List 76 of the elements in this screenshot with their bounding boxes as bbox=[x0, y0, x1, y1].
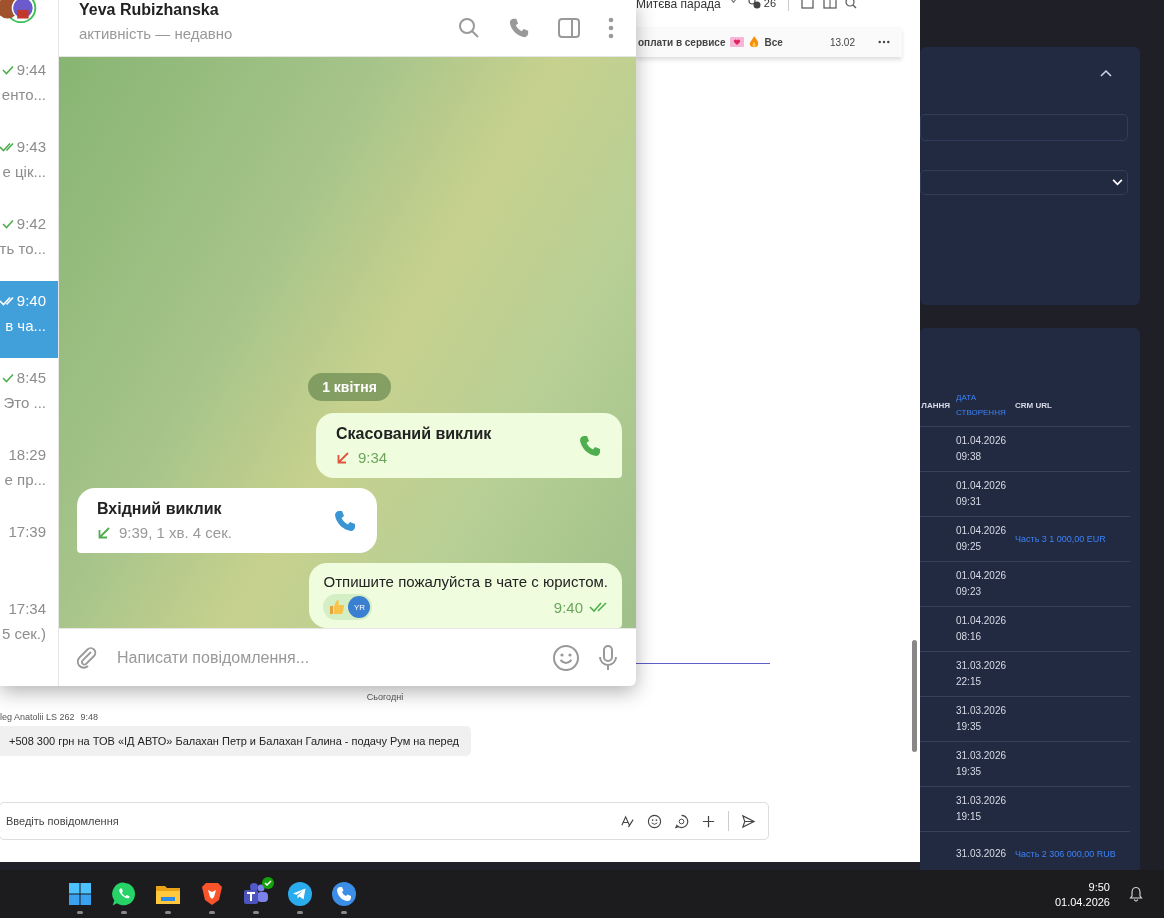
table-cell-text: 01.04.2026 09:31 bbox=[956, 479, 1008, 509]
emoji-icon[interactable] bbox=[647, 813, 662, 829]
search-icon[interactable] bbox=[845, 0, 857, 9]
message-time: 9:40 bbox=[553, 598, 583, 616]
reaction-avatar: YR bbox=[348, 596, 371, 618]
message-input[interactable]: Написати повідомлення... bbox=[117, 648, 534, 667]
chat-bubble-icon[interactable] bbox=[111, 881, 137, 907]
folder-icon[interactable] bbox=[155, 883, 181, 905]
windows-icon[interactable] bbox=[68, 882, 92, 906]
clock-date[interactable]: 01.04.2026 bbox=[1054, 895, 1110, 908]
message-input[interactable]: Введіть повідомлення bbox=[6, 815, 608, 827]
chat-list-item[interactable]: 9:44 енто... bbox=[0, 50, 58, 127]
chat-list-item[interactable]: 17:34 5 сек.) bbox=[0, 589, 58, 666]
phone-icon[interactable] bbox=[332, 882, 356, 906]
call-title: Вхідний виклик bbox=[97, 500, 223, 518]
chat-list-item[interactable]: 18:29 е пр... bbox=[0, 435, 58, 512]
send-icon[interactable] bbox=[741, 813, 756, 829]
notification-bell-icon[interactable] bbox=[1128, 886, 1144, 902]
table-cell-text: 01.04.2026 09:25 bbox=[956, 524, 1008, 554]
pinned-tag: Все bbox=[764, 36, 783, 48]
day-divider: Сьогодні bbox=[365, 692, 405, 702]
plus-icon[interactable] bbox=[701, 813, 716, 829]
chat-list-item[interactable]: 17:39 bbox=[0, 512, 58, 589]
select-field[interactable] bbox=[920, 170, 1128, 195]
reaction-chip[interactable]: YR bbox=[323, 594, 373, 620]
crm-link[interactable]: Часть 2 306 000,00 RUB bbox=[1015, 846, 1130, 862]
flame-icon bbox=[749, 35, 760, 49]
chat-list-item[interactable]: 9:42 ть то... bbox=[0, 204, 58, 281]
table-cell-text: 31.03.2026 19:35 bbox=[956, 749, 1008, 779]
scrollbar[interactable] bbox=[912, 640, 917, 752]
table-cell-text: 31.03.2026 19:15 bbox=[956, 794, 1008, 824]
chat-list-item[interactable]: 9:40 в ча... bbox=[0, 281, 58, 358]
message-bubble: +508 300 грн на ТОВ «ІД АВТО» Балахан Петр и Балахан Галина - подачу Рум на перед bbox=[0, 726, 472, 756]
column-header[interactable]: ДАТА СТВОРЕННЯ bbox=[956, 390, 1015, 420]
layout-icon[interactable] bbox=[823, 0, 837, 9]
chat-title: Митєва парада bbox=[636, 0, 721, 11]
contact-status: активність — недавно bbox=[79, 24, 234, 42]
pinned-date: 13.02 bbox=[829, 36, 855, 48]
chevron-down-icon bbox=[1112, 179, 1123, 186]
sidebar-toggle-icon[interactable] bbox=[558, 17, 580, 39]
clock-time[interactable]: 9:50 bbox=[1088, 880, 1110, 893]
member-count: 26 bbox=[763, 0, 776, 9]
column-header[interactable]: ЛАННЯ bbox=[920, 400, 956, 410]
team-app-icon[interactable] bbox=[243, 882, 269, 906]
crm-link[interactable]: Часть 3 1 000,00 EUR bbox=[1015, 531, 1130, 547]
pinned-text: оплати в сервисе bbox=[638, 36, 726, 48]
sticker-icon[interactable] bbox=[674, 813, 689, 829]
paper-plane-icon[interactable] bbox=[288, 882, 312, 906]
chevron-up-icon[interactable] bbox=[1100, 69, 1112, 77]
people-icon[interactable] bbox=[745, 0, 762, 9]
date-chip: 1 квітня bbox=[308, 373, 391, 401]
edit-icon[interactable] bbox=[801, 0, 815, 9]
table-cell-text: 01.04.2026 08:16 bbox=[956, 614, 1008, 644]
more-icon[interactable] bbox=[878, 40, 890, 44]
table-cell-text: 01.04.2026 09:38 bbox=[956, 434, 1008, 464]
chat-list-item[interactable]: 9:43 е цік... bbox=[0, 127, 58, 204]
table-cell-text: 01.04.2026 09:23 bbox=[956, 569, 1008, 599]
microphone-icon[interactable] bbox=[598, 643, 618, 672]
sender-name: leg Anatolii LS 262 bbox=[0, 712, 75, 722]
attach-icon[interactable] bbox=[75, 645, 99, 670]
call-time: 9:34 bbox=[358, 449, 388, 466]
call-time: 9:39, 1 хв. 4 сек. bbox=[119, 524, 232, 541]
chat-list-item[interactable]: 8:45 Это ... bbox=[0, 358, 58, 435]
lion-shield-icon[interactable] bbox=[201, 882, 223, 906]
call-title: Скасований виклик bbox=[336, 425, 493, 443]
table-cell-text: 31.03.2026 bbox=[956, 847, 1008, 861]
input-field[interactable] bbox=[920, 114, 1128, 141]
pinned-bar[interactable]: оплати в сервисе Все 13.02 bbox=[636, 27, 902, 57]
message-time: 9:48 bbox=[80, 712, 99, 722]
table-cell-text: 31.03.2026 19:35 bbox=[956, 704, 1008, 734]
format-icon[interactable] bbox=[620, 813, 635, 829]
table-cell-text: 31.03.2026 22:15 bbox=[956, 659, 1008, 689]
contact-name: Yeva Rubizhanska bbox=[79, 0, 220, 19]
thumbs-up-icon bbox=[329, 599, 346, 615]
message-text: Отпишите пожалуйста в чате с юристом. bbox=[323, 573, 608, 590]
column-header[interactable]: CRM URL bbox=[1015, 400, 1130, 410]
